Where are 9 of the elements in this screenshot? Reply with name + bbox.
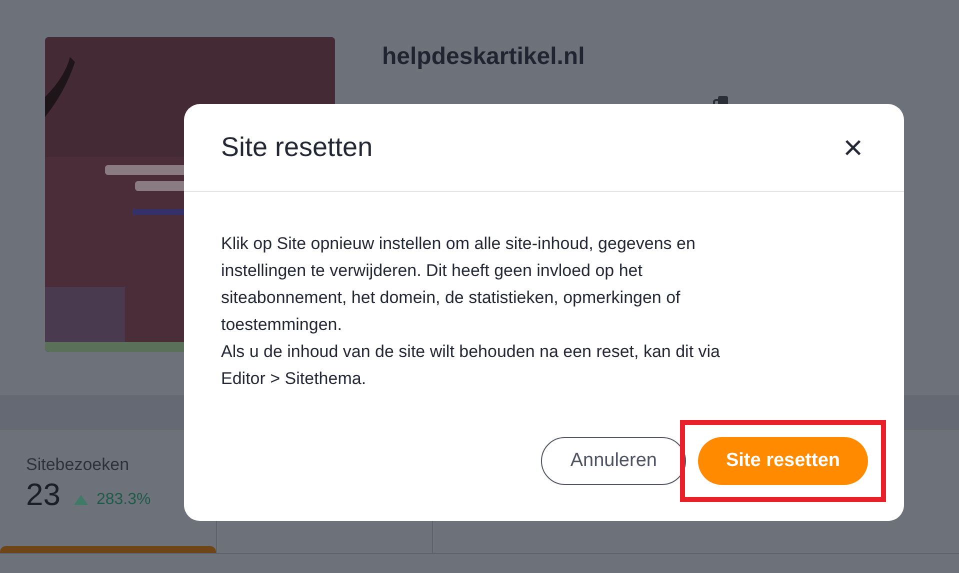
site-name: helpdeskartikel.nl: [382, 43, 586, 71]
stat-change: 283.3%: [96, 491, 151, 509]
dialog-message: Als u de inhoud van de site wilt behouden na een reset, kan dit via Editor > Sitethema.: [221, 341, 722, 390]
close-button[interactable]: ×: [839, 130, 867, 164]
cancel-button[interactable]: Annuleren: [541, 437, 686, 485]
dialog-message: Klik op Site opnieuw instellen om alle site-inhoud, gegevens en instellingen te verwijderen. Dit heeft geen invloed op het siteabonnement, het domein, de statistieken, opmerkingen of toestemmingen.: [221, 233, 696, 336]
dialog-title: Site resetten: [221, 132, 373, 163]
stat-value: 23: [26, 477, 60, 513]
stat-label: Sitebezoeken: [26, 455, 130, 475]
